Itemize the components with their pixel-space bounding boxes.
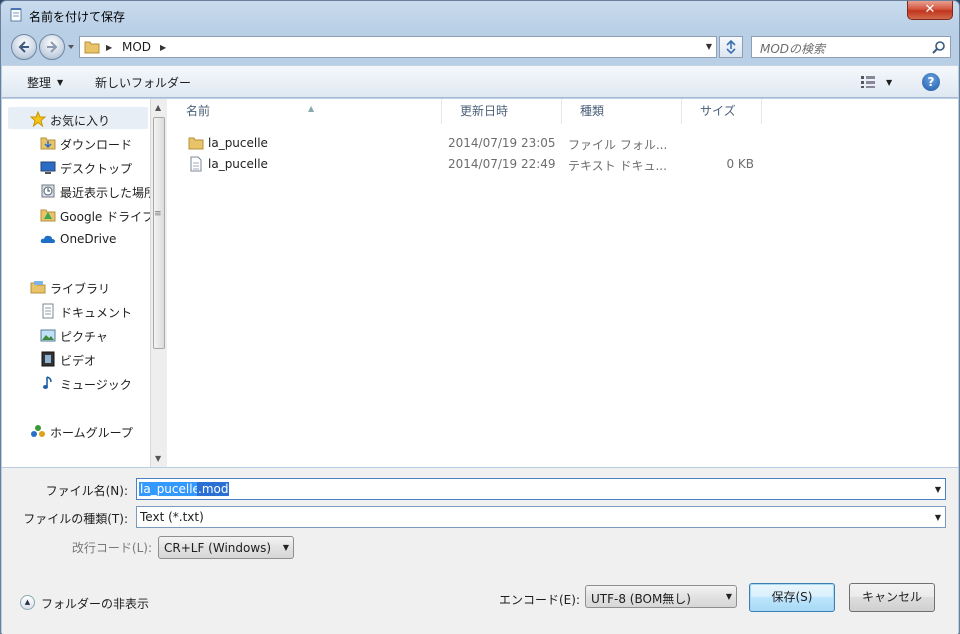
scroll-down-icon[interactable]: ▼	[155, 454, 161, 463]
file-row[interactable]: la_pucelle 2014/07/19 22:49 テキスト ドキュ... …	[188, 154, 754, 174]
document-icon	[42, 303, 54, 319]
new-folder-button[interactable]: 新しいフォルダー	[95, 74, 191, 91]
search-input[interactable]: MODの検索	[760, 40, 825, 57]
browser-area: お気に入り ダウンロード デスクトップ 最近表示した場所 Google ドライブ…	[2, 99, 958, 467]
filetype-select[interactable]: Text (*.txt) ▼	[136, 506, 946, 528]
video-icon	[41, 351, 55, 367]
save-form: ファイル名(N): la_pucelle .mod ▼ ファイルの種類(T): …	[2, 468, 958, 634]
column-header-size[interactable]: サイズ	[682, 99, 762, 124]
folder-icon	[188, 137, 204, 150]
linebreak-select[interactable]: CR+LF (Windows) ▼	[158, 536, 294, 559]
notepad-icon	[8, 7, 24, 23]
help-icon[interactable]: ?	[922, 73, 940, 91]
cancel-button[interactable]: キャンセル	[849, 583, 935, 612]
chevron-down-icon[interactable]: ▼	[726, 592, 732, 601]
chevron-down-icon[interactable]: ▼	[886, 78, 892, 87]
column-header-date[interactable]: 更新日時	[442, 99, 562, 124]
chevron-down-icon[interactable]: ▼	[935, 485, 941, 494]
navigation-scrollbar[interactable]: ▲ ≡ ▼	[150, 99, 167, 467]
navigation-pane: お気に入り ダウンロード デスクトップ 最近表示した場所 Google ドライブ…	[2, 99, 150, 467]
close-icon: ✕	[924, 2, 936, 17]
view-options-icon[interactable]	[860, 75, 876, 92]
save-button[interactable]: 保存(S)	[749, 583, 835, 612]
recent-places-icon	[41, 184, 55, 198]
breadcrumb-item[interactable]: MOD	[122, 40, 151, 54]
onedrive-cloud-icon	[40, 235, 55, 243]
filename-field[interactable]: la_pucelle .mod ▼	[136, 478, 946, 500]
window-title: 名前を付けて保存	[29, 10, 126, 24]
chevron-down-icon[interactable]: ▼	[706, 42, 712, 51]
download-folder-icon	[40, 137, 56, 150]
title-bar[interactable]: 名前を付けて保存 ✕	[1, 1, 959, 29]
chevron-up-icon: ▲	[20, 595, 35, 610]
arrow-left-icon	[18, 41, 29, 53]
encoding-label: エンコード(E):	[499, 593, 580, 607]
file-row[interactable]: la_pucelle 2014/07/19 23:05 ファイル フォル...	[188, 133, 748, 153]
search-icon[interactable]	[932, 40, 946, 57]
desktop-icon	[40, 161, 56, 174]
chevron-right-icon[interactable]: ▶	[160, 43, 166, 52]
chevron-down-icon[interactable]: ▼	[57, 78, 63, 87]
address-bar[interactable]: ▶ MOD ▶ ▼	[79, 36, 717, 58]
filename-selected-text: la_pucelle	[139, 482, 201, 496]
chevron-right-icon[interactable]: ▶	[106, 43, 112, 52]
star-icon	[30, 111, 46, 127]
picture-icon	[40, 329, 56, 342]
homegroup-icon	[31, 425, 45, 437]
close-button[interactable]: ✕	[907, 1, 953, 20]
encoding-select[interactable]: UTF-8 (BOM無し) ▼	[585, 585, 737, 608]
column-header-type[interactable]: 種類	[562, 99, 682, 124]
library-icon	[30, 281, 46, 294]
refresh-icon	[726, 40, 736, 54]
chevron-down-icon[interactable]: ▼	[283, 543, 289, 552]
recent-pages-dropdown-icon[interactable]	[67, 43, 75, 51]
filetype-label: ファイルの種類(T):	[23, 512, 128, 526]
back-button[interactable]	[11, 34, 37, 60]
file-list: 名前 ▲ 更新日時 種類 サイズ la_pucelle 2014/07/19 2…	[168, 99, 958, 467]
folder-icon	[84, 40, 100, 57]
save-as-dialog: 名前を付けて保存 ✕ ▶ MOD ▶ ▼ MODの検索 整理 ▼ 新しいフォルダ…	[0, 0, 960, 634]
arrow-right-icon	[47, 41, 58, 53]
grip-icon: ≡	[154, 209, 162, 219]
scroll-up-icon[interactable]: ▲	[155, 103, 161, 112]
filename-extension-text: .mod	[197, 482, 230, 496]
command-bar: 整理 ▼ 新しいフォルダー ▼ ?	[2, 65, 958, 98]
forward-button[interactable]	[39, 34, 65, 60]
google-drive-folder-icon	[40, 209, 56, 222]
refresh-button[interactable]	[719, 36, 743, 58]
sort-ascending-icon: ▲	[308, 104, 315, 113]
linebreak-label: 改行コード(L):	[71, 541, 152, 555]
music-note-icon	[43, 376, 52, 389]
filename-label: ファイル名(N):	[45, 484, 128, 498]
organize-button[interactable]: 整理	[27, 74, 51, 91]
text-file-icon	[190, 156, 202, 172]
search-box[interactable]: MODの検索	[751, 36, 951, 58]
chevron-down-icon[interactable]: ▼	[935, 513, 941, 522]
column-header-name[interactable]: 名前 ▲	[168, 99, 442, 124]
scrollbar-thumb[interactable]	[153, 117, 165, 349]
